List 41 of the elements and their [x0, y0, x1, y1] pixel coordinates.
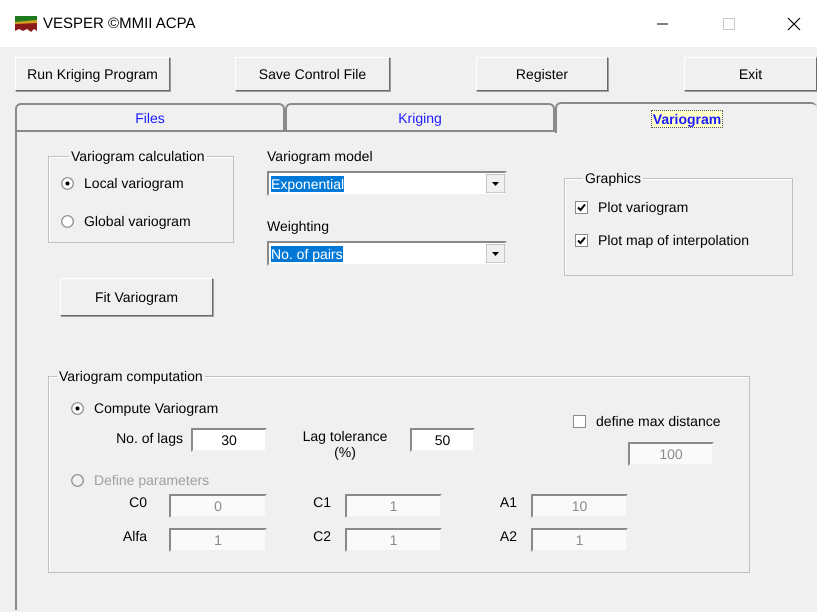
caret-icon[interactable]: [486, 174, 505, 193]
toolbar-button[interactable]: Register: [476, 57, 608, 91]
tab[interactable]: Variogram: [555, 102, 817, 133]
caret-icon[interactable]: [486, 244, 505, 263]
field-label: Weighting: [267, 218, 330, 236]
checkbox-label: define max distance: [596, 413, 721, 429]
field-label: Variogram model: [267, 148, 374, 166]
dropdown[interactable]: No. of pairs: [267, 241, 507, 266]
input-field[interactable]: 30: [191, 428, 267, 452]
toolbar-button[interactable]: Save Control File: [235, 57, 390, 91]
field-label: No. of lags: [115, 430, 183, 446]
radio-button[interactable]: [61, 214, 74, 228]
field-label: C2: [312, 528, 332, 544]
checkbox-label: Plot variogram: [598, 199, 688, 215]
radio-label: Compute Variogram: [94, 400, 218, 416]
checkbox-label: Plot map of interpolation: [598, 232, 749, 248]
tab[interactable]: Files: [15, 103, 285, 130]
checkbox[interactable]: [575, 200, 588, 214]
checkbox[interactable]: [575, 234, 588, 246]
radio-button[interactable]: [61, 176, 74, 190]
field-label: C1: [312, 494, 332, 510]
toolbar-button[interactable]: Exit: [684, 57, 817, 91]
toolbar-button[interactable]: Run Kriging Program: [15, 57, 170, 91]
app-icon: [15, 16, 37, 32]
field-label: A1: [498, 494, 518, 510]
field-label: Lag tolerance (%): [302, 428, 388, 460]
tab[interactable]: Kriging: [285, 103, 555, 130]
radio-button[interactable]: [71, 402, 84, 414]
fit-variogram-button[interactable]: Fit Variogram: [60, 278, 213, 316]
field-label: C0: [128, 494, 148, 510]
field-label: Alfa: [122, 528, 148, 544]
radio-label: Local variogram: [84, 175, 184, 191]
radio-label: Global variogram: [84, 213, 191, 229]
group-title: Variogram calculation: [70, 148, 206, 164]
radio-label: Define parameters: [94, 472, 210, 488]
window-title: VESPER ©MMII ACPA: [43, 15, 196, 32]
field-label: A2: [498, 528, 518, 544]
group-title: Graphics: [584, 170, 642, 186]
group-title: Variogram computation: [58, 368, 204, 384]
input-field[interactable]: 50: [410, 428, 475, 452]
dropdown[interactable]: Exponential: [267, 171, 507, 196]
